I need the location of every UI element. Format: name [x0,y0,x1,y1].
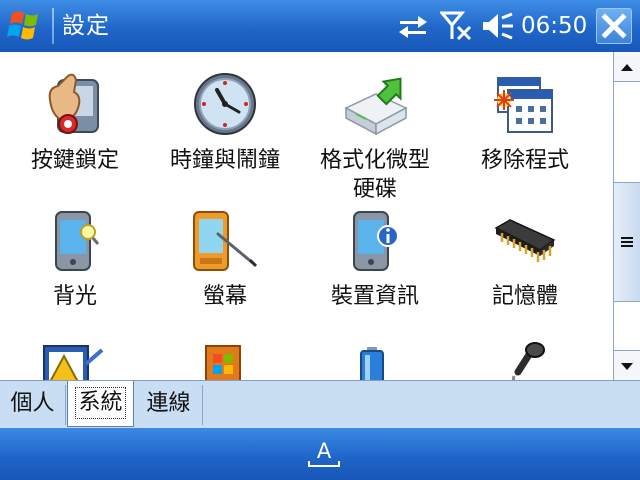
format-disk-icon [344,77,408,136]
grid-item-screen[interactable]: 螢幕 [150,210,300,330]
grid-item-label: 按鍵鎖定 [30,148,119,173]
tab-system[interactable]: 系統 [67,381,134,427]
memory-icon [494,219,556,262]
page-title: 設定 [62,13,110,39]
grid-item-label-line2: 硬碟 [352,177,397,202]
scroll-down-button[interactable] [614,350,640,380]
tab-label: 連線 [146,391,191,416]
grid-item-label: 記憶體 [491,284,558,309]
close-button[interactable] [596,8,632,44]
grid-item-memory[interactable]: 記憶體 [450,210,600,330]
tab-strip: 個人 系統 連線 [0,380,640,428]
remove-programs-icon [494,77,553,133]
grid-item-clock[interactable]: 時鐘與鬧鐘 [150,70,300,210]
grid-item-remove-programs[interactable]: 移除程式 [450,70,600,210]
key-lock-icon [48,73,99,134]
grid-item-label: 移除程式 [480,148,569,173]
microphone-icon[interactable] [508,342,548,380]
scroll-thumb[interactable] [614,182,640,302]
arrow-up-icon [621,64,633,71]
clock-icon [194,73,256,135]
grid-item-label: 背光 [52,284,97,309]
close-icon [601,13,627,39]
grid-item-label: 裝置資訊 [330,284,419,309]
grid-item-label-line1: 格式化微型 [319,148,430,173]
tab-connections[interactable]: 連線 [135,385,203,425]
tab-personal[interactable]: 個人 [0,385,66,425]
arrow-down-icon [621,363,633,370]
input-bracket [308,461,340,467]
title-separator [52,8,54,44]
vertical-scrollbar[interactable] [613,52,640,380]
windows-update-icon[interactable] [204,342,244,380]
windows-start-icon[interactable] [6,7,46,45]
title-bar: 設定 06:50 [0,0,640,52]
settings-grid: 按鍵鎖定 時鐘與鬧鐘 格式化微型 硬碟 移除程式 背光 螢幕 裝置資訊 記憶體 [0,52,613,380]
backlight-icon [55,211,100,271]
grid-item-key-lock[interactable]: 按鍵鎖定 [0,70,150,210]
grid-item-label: 螢幕 [202,284,247,309]
device-info-icon [353,211,399,271]
input-panel-button[interactable]: A [306,436,342,472]
grid-item-label: 時鐘與鬧鐘 [169,148,280,173]
clock-readout[interactable]: 06:50 [521,11,587,41]
tab-label: 系統 [75,387,126,419]
battery-icon[interactable] [358,346,388,380]
grid-item-device-info[interactable]: 裝置資訊 [300,210,450,330]
grid-item-label: 格式化微型 硬碟 [300,146,450,204]
error-report-icon[interactable] [40,342,104,380]
grip-icon [621,237,633,247]
scroll-up-button[interactable] [614,52,640,82]
sync-arrows-icon[interactable] [396,10,430,42]
signal-off-icon[interactable] [440,10,474,42]
grid-item-backlight[interactable]: 背光 [0,210,150,330]
keyboard-icon: A [316,439,332,463]
grid-item-format-disk[interactable]: 格式化微型 硬碟 [300,70,450,230]
tab-label: 個人 [10,391,55,416]
screen-icon [193,211,258,271]
speaker-icon[interactable] [480,10,516,42]
